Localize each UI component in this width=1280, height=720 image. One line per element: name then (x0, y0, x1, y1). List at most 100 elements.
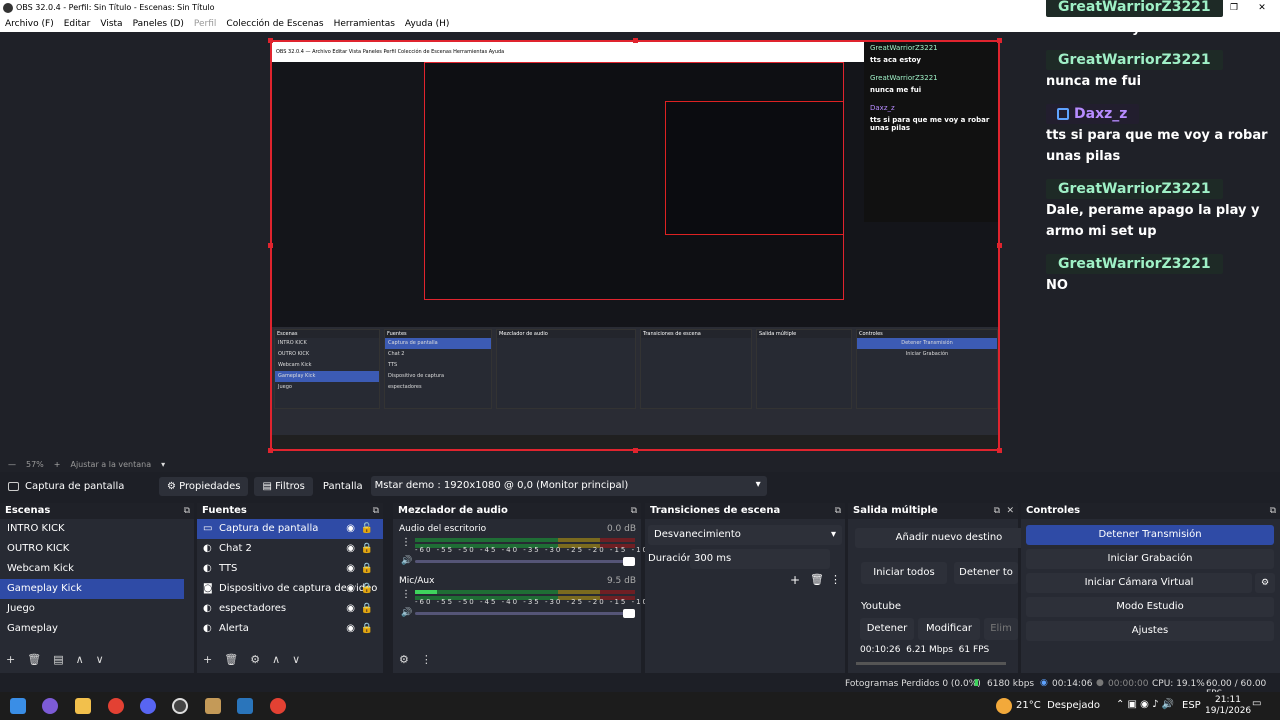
undock-icon[interactable]: ⧉ (184, 503, 190, 519)
volume-knob[interactable] (623, 557, 635, 566)
maximize-icon[interactable]: ❐ (1224, 0, 1244, 16)
menu-vista[interactable]: Vista (100, 19, 122, 29)
properties-button[interactable]: ⚙ Propiedades (159, 476, 249, 496)
eye-icon[interactable]: ◉ (346, 579, 355, 599)
eye-icon[interactable]: ◉ (346, 559, 355, 579)
app-icon[interactable] (205, 698, 221, 714)
add-icon[interactable]: + (6, 653, 15, 666)
fit-window-button[interactable]: Ajustar a la ventana (70, 460, 151, 469)
scene-item[interactable]: Webcam Kick (0, 559, 194, 579)
undock-icon[interactable]: ⧉ (631, 503, 637, 519)
eye-icon[interactable]: ◉ (346, 599, 355, 619)
gear-icon[interactable]: ⚙ (399, 653, 409, 666)
windows-start-icon[interactable] (10, 698, 26, 714)
source-item[interactable]: ◐ Chat 2 ◉ 🔒 (197, 539, 383, 559)
volume-slider[interactable] (415, 609, 635, 618)
undock-icon[interactable]: ⧉ (1270, 503, 1276, 519)
transform-handle[interactable] (268, 38, 273, 43)
obs-icon[interactable] (172, 698, 188, 714)
horizontal-scrollbar[interactable] (856, 662, 1006, 665)
source-item[interactable]: ◐ espectadores ◉ 🔒 (197, 599, 383, 619)
menu-herramientas[interactable]: Herramientas (334, 19, 395, 29)
preview-canvas[interactable]: OBS 32.0.4 — Archivo Editar Vista Panele… (270, 40, 1000, 451)
up-icon[interactable]: ∧ (76, 653, 84, 666)
delete-destination-button[interactable]: Elim (984, 618, 1018, 640)
transform-handle[interactable] (268, 243, 273, 248)
add-icon[interactable]: + (790, 573, 800, 587)
add-destination-button[interactable]: Añadir nuevo destino (855, 528, 1043, 548)
filter-icon[interactable]: ▤ (53, 653, 63, 666)
add-icon[interactable]: + (203, 653, 212, 666)
language[interactable]: ESP (1182, 700, 1201, 711)
transform-handle[interactable] (268, 448, 273, 453)
scene-item[interactable]: Juego (0, 599, 194, 619)
display-select[interactable]: Mstar demo : 1920x1080 @ 0,0 (Monitor pr… (370, 476, 767, 496)
source-item[interactable]: ◐ TTS ◉ 🔒 (197, 559, 383, 579)
undock-icon[interactable]: ⧉ (373, 503, 379, 519)
unlock-icon[interactable]: 🔓 (361, 519, 373, 539)
eye-icon[interactable]: ◉ (346, 519, 355, 539)
volume-slider[interactable] (415, 557, 635, 566)
stop-destination-button[interactable]: Detener (860, 618, 914, 640)
modify-destination-button[interactable]: Modificar (918, 618, 980, 640)
menu-editar[interactable]: Editar (64, 19, 91, 29)
lock-icon[interactable]: 🔒 (361, 559, 373, 579)
filters-button[interactable]: ▤ Filtros (254, 476, 313, 496)
close-icon[interactable]: ✕ (1252, 0, 1272, 16)
source-item-selected[interactable]: Captura de pantalla ◉ 🔓 ▭ (197, 519, 383, 539)
trash-icon[interactable]: 🗑 (224, 653, 238, 666)
discord-icon[interactable] (140, 698, 156, 714)
eye-icon[interactable]: ◉ (346, 539, 355, 559)
menu-dots-icon[interactable]: ⋮ (401, 537, 411, 548)
menu-archivo[interactable]: Archivo (F) (5, 19, 54, 29)
menu-perfil[interactable]: Perfil (194, 19, 217, 29)
menu-ayuda[interactable]: Ayuda (H) (405, 19, 449, 29)
menu-dots-icon[interactable]: ⋮ (401, 589, 411, 600)
speaker-icon[interactable]: 🔊 (401, 608, 412, 618)
settings-button[interactable]: Ajustes (1026, 621, 1274, 641)
source-item[interactable]: ◙ Dispositivo de captura de video ◉ 🔒 (197, 579, 383, 599)
notification-icon[interactable]: ▭ (1252, 698, 1261, 709)
lock-icon[interactable]: 🔒 (361, 599, 373, 619)
source-item[interactable]: ◐ Alerta ◉ 🔒 (197, 619, 383, 639)
virtual-camera-button[interactable]: Iniciar Cámara Virtual (1026, 573, 1252, 593)
transform-handle[interactable] (997, 243, 1002, 248)
menu-dots-icon[interactable]: ⋮ (830, 573, 841, 586)
lock-icon[interactable]: 🔒 (361, 539, 373, 559)
start-all-button[interactable]: Iniciar todos (861, 562, 947, 584)
file-explorer-icon[interactable] (75, 698, 91, 714)
gear-icon[interactable]: ⚙ (250, 653, 260, 666)
volume-knob[interactable] (623, 609, 635, 618)
lock-icon[interactable]: 🔒 (361, 579, 373, 599)
close-icon[interactable]: ✕ (1006, 503, 1014, 519)
trash-icon[interactable]: 🗑 (27, 653, 41, 666)
start-recording-button[interactable]: Iniciar Grabación (1026, 549, 1274, 569)
speaker-icon[interactable]: 🔊 (401, 556, 412, 566)
gear-icon[interactable]: ⚙ (1255, 573, 1275, 593)
menu-dots-icon[interactable]: ⋮ (421, 653, 432, 666)
scene-item[interactable]: INTRO KICK (0, 519, 194, 539)
transform-handle[interactable] (633, 448, 638, 453)
stop-stream-button[interactable]: Detener Transmisión (1026, 525, 1274, 545)
scene-item[interactable]: OUTRO KICK (0, 539, 194, 559)
chrome-icon[interactable] (108, 698, 124, 714)
transform-handle[interactable] (633, 38, 638, 43)
undock-icon[interactable]: ⧉ (835, 503, 841, 519)
transform-handle[interactable] (997, 38, 1002, 43)
studio-mode-button[interactable]: Modo Estudio (1026, 597, 1274, 617)
zoom-level[interactable]: 57% (26, 460, 44, 469)
menu-paneles[interactable]: Paneles (D) (133, 19, 184, 29)
trash-icon[interactable]: 🗑 (810, 573, 824, 586)
down-icon[interactable]: ∨ (96, 653, 104, 666)
scene-item[interactable]: Gameplay (0, 619, 194, 639)
transition-select[interactable]: Desvanecimiento ▾ (648, 525, 842, 545)
undock-icon[interactable]: ⧉ (994, 503, 1000, 519)
steam-icon[interactable] (237, 698, 253, 714)
scene-item-selected[interactable]: Gameplay Kick (0, 579, 184, 599)
down-icon[interactable]: ∨ (292, 653, 300, 666)
lock-icon[interactable]: 🔒 (361, 619, 373, 639)
copilot-icon[interactable] (42, 698, 58, 714)
duration-input[interactable]: 300 ms (690, 549, 830, 569)
eye-icon[interactable]: ◉ (346, 619, 355, 639)
transform-handle[interactable] (997, 448, 1002, 453)
